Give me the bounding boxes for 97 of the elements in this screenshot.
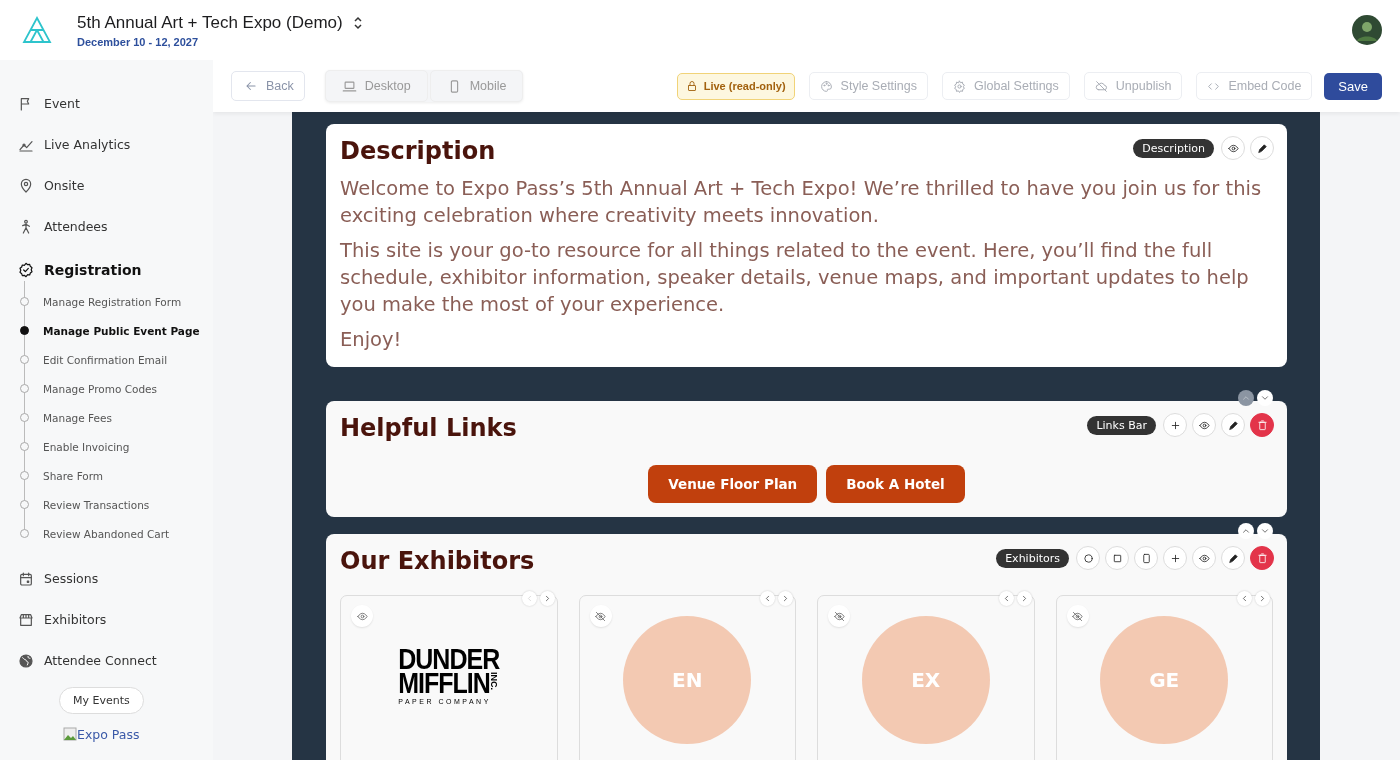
nav-item[interactable]: Sessions — [18, 558, 99, 599]
nav-subitem[interactable]: Edit Confirmation Email — [18, 345, 168, 374]
nav-item[interactable]: Live Analytics — [18, 124, 131, 165]
switch-event-icon[interactable] — [352, 15, 363, 30]
pencil-tool-button[interactable] — [1250, 136, 1274, 160]
chevron-left-icon — [763, 594, 772, 603]
exhibitor-initials-avatar: GE — [1100, 616, 1229, 744]
nav-item[interactable]: Exhibitors — [18, 599, 107, 640]
section-type-badge: Exhibitors — [996, 548, 1069, 568]
nav-item[interactable]: Attendees — [18, 206, 108, 247]
my-events-button[interactable]: My Events — [59, 687, 144, 714]
pencil-icon — [1256, 142, 1268, 154]
nav-subitem[interactable]: Manage Registration Form — [18, 287, 182, 316]
pencil-icon — [1227, 419, 1239, 431]
globe-icon — [18, 652, 34, 669]
section-title: Our Exhibitors — [340, 547, 535, 575]
event-dates: December 10 - 12, 2027 — [77, 35, 200, 48]
nav-subitem[interactable]: Enable Invoicing — [18, 432, 130, 461]
laptop-icon — [341, 78, 357, 94]
pencil-icon — [1227, 552, 1239, 564]
pencil-tool-button[interactable] — [1221, 546, 1245, 570]
description-paragraph: Welcome to Expo Pass’s 5th Annual Art + Tech Expo! We’re thrilled to have you join us for this exciting celebration where creativity meets innovation. — [340, 176, 1263, 229]
circle-shape-icon — [1082, 552, 1094, 564]
eye-tool-button[interactable] — [1192, 546, 1216, 570]
eye-icon — [356, 610, 368, 622]
chevron-down-icon — [1260, 526, 1270, 536]
trash-tool-button[interactable] — [1250, 413, 1274, 437]
avatar[interactable] — [1352, 15, 1382, 45]
eye-tool-button[interactable] — [1192, 413, 1216, 437]
chevron-left-icon — [1240, 594, 1249, 603]
settings-icon — [953, 79, 966, 93]
section-type-badge: Links Bar — [1087, 415, 1156, 435]
eye-tool-button[interactable] — [1221, 136, 1245, 160]
move-up-button[interactable] — [1238, 523, 1254, 539]
section-title: Description — [340, 137, 496, 165]
chevron-down-icon — [1260, 393, 1270, 403]
chevron-right-icon — [1258, 594, 1267, 603]
trash-tool-button[interactable] — [1250, 546, 1274, 570]
plus-tool-button[interactable] — [1163, 413, 1187, 437]
description-paragraph: This site is your go-to resource for all things related to the event. Here, you’ll find the full schedule, exhibitor information, speaker details, venue maps, and important updates to help you make the most of your experience. — [340, 238, 1250, 318]
eye-icon — [1198, 419, 1210, 431]
visibility-toggle[interactable] — [1066, 605, 1089, 627]
palette-icon — [819, 79, 833, 93]
trash-icon — [1256, 552, 1268, 564]
logo-icon — [22, 16, 52, 44]
section-type-badge: Description — [1133, 138, 1214, 158]
section-title: Helpful Links — [340, 414, 517, 442]
nav-subitem[interactable]: Manage Fees — [18, 403, 112, 432]
eye-off-icon — [1072, 610, 1083, 622]
link-button[interactable]: Book A Hotel — [826, 465, 965, 503]
exhibitor-initials-avatar: EX — [861, 616, 990, 744]
badge-check-icon — [18, 262, 34, 278]
nav-item[interactable]: Onsite — [18, 165, 85, 206]
nav-subitem[interactable]: Review Transactions — [18, 490, 150, 519]
eye-off-icon — [833, 610, 845, 622]
save-button[interactable]: Save — [1324, 72, 1382, 100]
move-down-button[interactable] — [1257, 523, 1273, 539]
nav-subitem[interactable]: Manage Promo Codes — [18, 374, 158, 403]
nav-item[interactable]: Event — [18, 83, 80, 124]
cloud-off-icon — [1094, 79, 1108, 93]
pencil-tool-button[interactable] — [1221, 413, 1245, 437]
circle-shape-tool-button[interactable] — [1076, 546, 1100, 570]
calendar-icon — [18, 570, 34, 587]
brand-image-alt-text[interactable]: Expo Pass — [77, 727, 140, 742]
broken-image-icon — [63, 727, 77, 741]
eye-icon — [1227, 142, 1239, 154]
arrow-left-icon — [244, 79, 258, 93]
visibility-toggle[interactable] — [351, 605, 373, 627]
visibility-toggle[interactable] — [828, 605, 850, 627]
nav-subitem[interactable]: Review Abandoned Cart — [18, 519, 170, 548]
eye-icon — [1198, 552, 1210, 564]
event-title: 5th Annual Art + Tech Expo (Demo) — [77, 12, 343, 33]
square-shape-icon — [1111, 552, 1123, 564]
nav-item[interactable]: Attendee Connect — [18, 640, 157, 681]
plus-tool-button[interactable] — [1163, 546, 1187, 570]
lock-icon — [685, 80, 698, 92]
plus-icon — [1169, 552, 1181, 564]
eye-off-icon — [595, 610, 606, 622]
visibility-toggle[interactable] — [589, 605, 612, 627]
chevron-up-icon — [1241, 393, 1251, 403]
square-shape-tool-button[interactable] — [1105, 546, 1129, 570]
description-paragraph: Enjoy! — [340, 327, 403, 353]
link-button[interactable]: Venue Floor Plan — [648, 465, 818, 503]
storefront-icon — [18, 611, 34, 628]
chevron-up-icon — [1241, 526, 1251, 536]
chevron-right-icon — [781, 594, 790, 603]
trash-icon — [1256, 419, 1268, 431]
plus-icon — [1169, 419, 1181, 431]
portrait-shape-tool-button[interactable] — [1134, 546, 1158, 570]
move-down-button[interactable] — [1257, 390, 1273, 406]
nav-subitem[interactable]: Manage Public Event Page — [18, 316, 200, 345]
nav-item[interactable]: Registration — [18, 253, 142, 287]
exhibitor-initials-avatar: EN — [623, 616, 752, 744]
location-pin-icon — [18, 177, 34, 194]
nav-subitem[interactable]: Share Form — [18, 461, 104, 490]
portrait-shape-icon — [1140, 552, 1152, 564]
status-badge: Live (read-only) — [676, 72, 795, 100]
